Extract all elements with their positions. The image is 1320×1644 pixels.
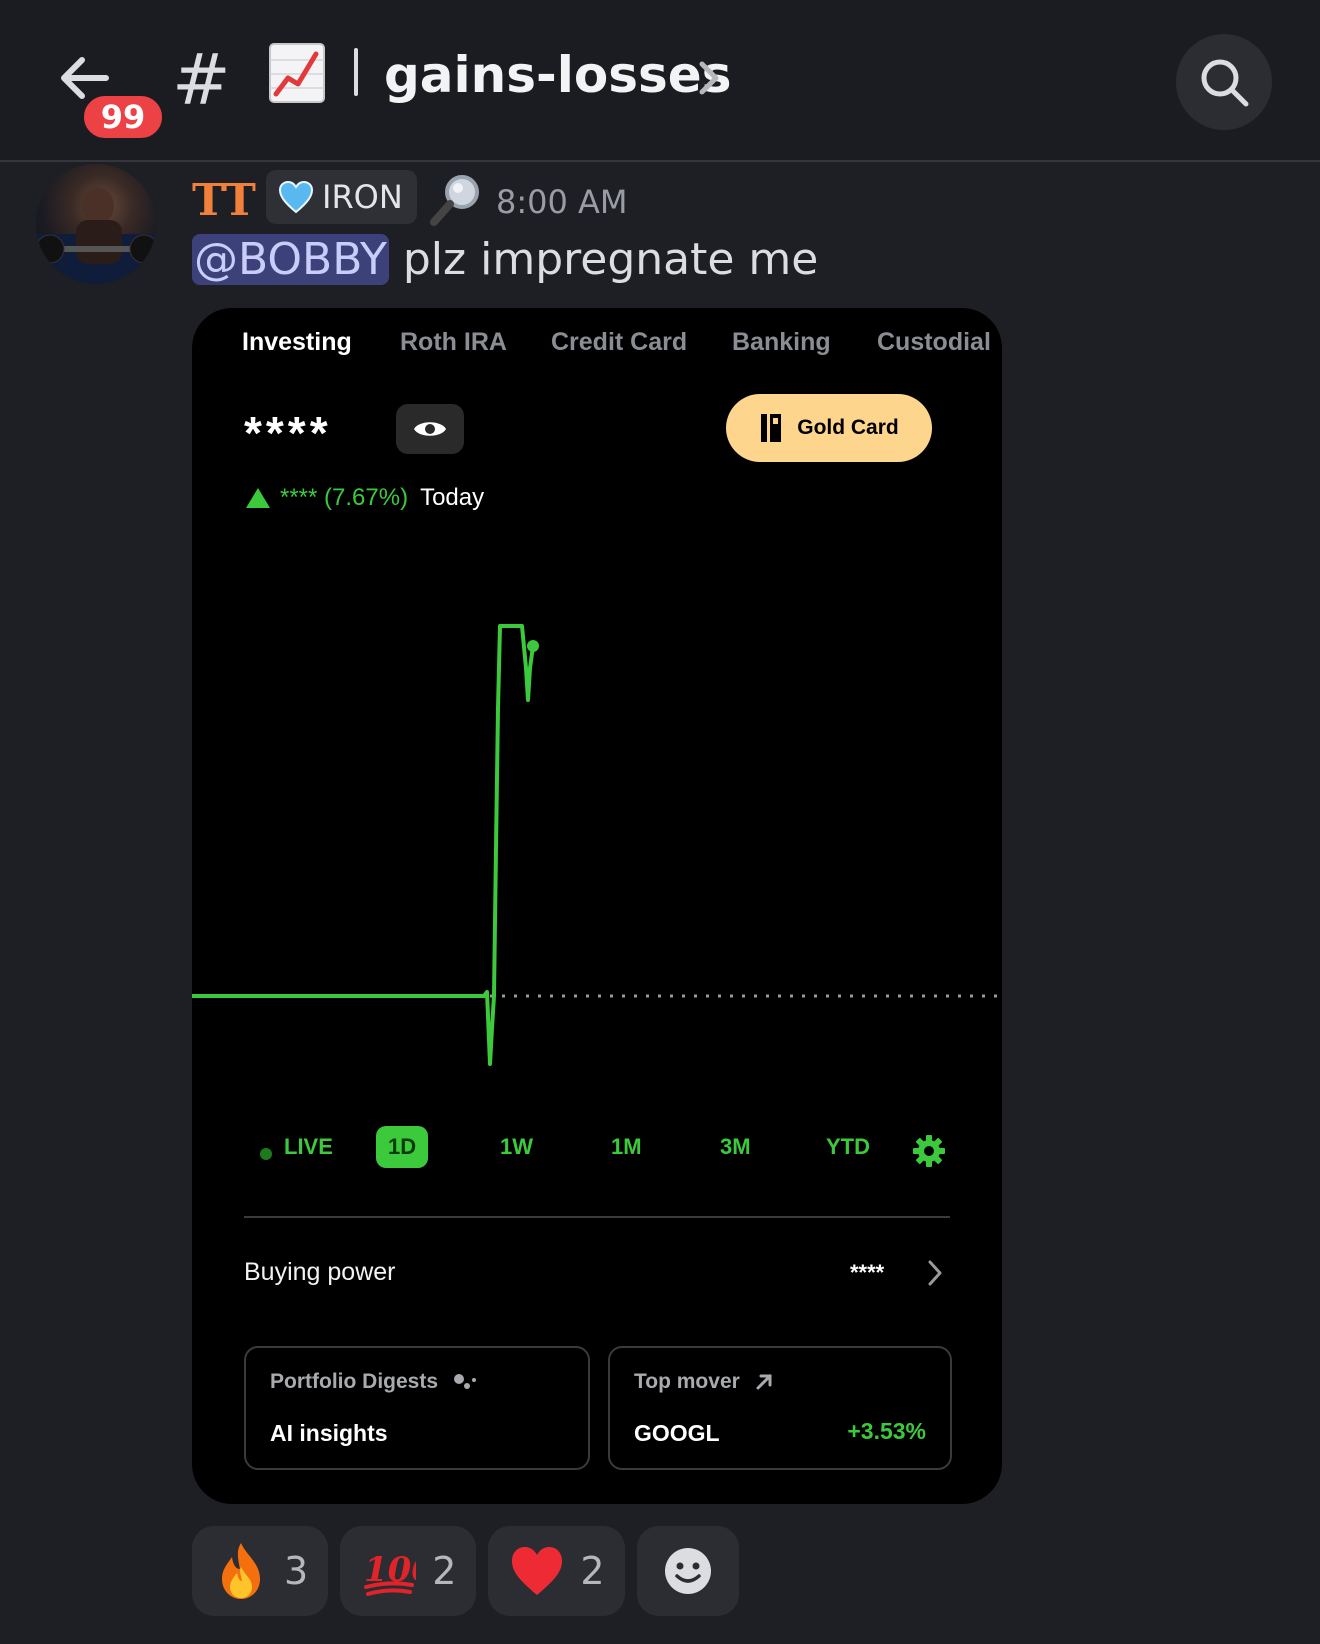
buying-power-value: ****	[850, 1260, 885, 1285]
chart-endpoint	[527, 640, 539, 652]
role-label: IRON	[322, 178, 403, 216]
range-1d[interactable]: 1D	[376, 1126, 429, 1168]
message-timestamp: 8:00 AM	[496, 183, 628, 221]
search-button[interactable]	[1176, 34, 1272, 130]
time-range-selector: LIVE 1D 1W 1M 3M YTD	[192, 1126, 1002, 1174]
smiley-icon	[664, 1548, 711, 1594]
add-reaction-button[interactable]	[636, 1526, 739, 1616]
eye-icon	[414, 422, 446, 436]
reaction-heart[interactable]: 2	[488, 1526, 625, 1616]
portfolio-digests-card[interactable]: Portfolio Digests AI insights	[244, 1346, 590, 1470]
top-mover-card[interactable]: Top mover GOOGL +3.53%	[608, 1346, 952, 1470]
reactions-bar: 3 100 2 2	[192, 1526, 739, 1616]
sparkle-icon	[453, 1374, 476, 1390]
channel-name[interactable]: gains-losses	[384, 42, 731, 108]
arrow-up-right-icon	[756, 1374, 772, 1390]
daily-change: **** (7.67%) Today	[244, 484, 484, 512]
tab-roth-ira[interactable]: Roth IRA	[400, 328, 507, 357]
card-title: Portfolio Digests	[270, 1370, 478, 1394]
message-body: plz impregnate me	[388, 234, 819, 285]
reaction-count: 2	[580, 1549, 605, 1593]
card-title-text: Top mover	[634, 1370, 740, 1393]
hundred-points-icon: 100	[364, 1550, 416, 1596]
gear-icon[interactable]	[912, 1134, 946, 1168]
unread-badge: 99	[80, 92, 166, 142]
search-icon	[1201, 59, 1249, 107]
range-1w[interactable]: 1W	[500, 1134, 533, 1160]
card-title-text: Portfolio Digests	[270, 1370, 439, 1393]
chart-increasing-icon	[269, 43, 325, 103]
range-live[interactable]: LIVE	[284, 1134, 333, 1160]
chevron-right-icon[interactable]	[926, 1258, 944, 1288]
toggle-visibility-button[interactable]	[396, 404, 464, 454]
up-triangle-icon	[246, 488, 270, 508]
message-text: @BOBBY plz impregnate me	[192, 232, 818, 288]
chart-line	[192, 624, 535, 1066]
avatar[interactable]	[36, 164, 156, 284]
account-tabs: Investing Roth IRA Credit Card Banking C…	[192, 318, 1002, 368]
gold-card-button[interactable]: Gold Card	[726, 394, 932, 462]
change-value: **** (7.67%)	[280, 484, 409, 511]
range-ytd[interactable]: YTD	[826, 1134, 870, 1160]
gold-card-label: Gold Card	[797, 416, 899, 439]
user-mention[interactable]: @BOBBY	[192, 234, 389, 285]
reaction-fire[interactable]: 3	[192, 1526, 329, 1616]
tab-credit-card[interactable]: Credit Card	[551, 328, 687, 357]
card-main: AI insights	[270, 1420, 388, 1446]
chevron-right-icon[interactable]	[694, 58, 724, 98]
hash-icon: #	[172, 39, 231, 121]
card-title: Top mover	[634, 1370, 774, 1394]
reaction-count: 3	[284, 1549, 309, 1593]
channel-header: 99 # gains-losses	[0, 0, 1320, 162]
card-icon	[761, 414, 782, 442]
tab-investing[interactable]: Investing	[242, 328, 352, 357]
tab-custodial[interactable]: Custodial	[877, 328, 991, 357]
tab-banking[interactable]: Banking	[732, 328, 831, 357]
magnifying-glass-icon	[430, 175, 479, 226]
buying-power-label[interactable]: Buying power	[244, 1258, 395, 1287]
role-tag[interactable]: IRON	[266, 170, 417, 224]
balance-value: ****	[244, 407, 332, 459]
reaction-count: 2	[432, 1549, 457, 1593]
divider	[244, 1216, 950, 1218]
range-1m[interactable]: 1M	[611, 1134, 642, 1160]
reaction-100[interactable]: 100 2	[340, 1526, 477, 1616]
live-dot	[260, 1148, 272, 1160]
fire-icon	[222, 1543, 260, 1599]
card-percent: +3.53%	[847, 1418, 926, 1444]
image-attachment[interactable]: Investing Roth IRA Credit Card Banking C…	[192, 308, 1002, 1504]
header-divider	[354, 48, 358, 96]
blue-heart-icon	[278, 180, 314, 214]
card-ticker: GOOGL	[634, 1420, 720, 1446]
range-3m[interactable]: 3M	[720, 1134, 751, 1160]
username[interactable]: TT	[192, 174, 256, 228]
change-period: Today	[420, 484, 485, 511]
avatar-image	[36, 188, 156, 284]
portfolio-chart	[192, 624, 1002, 1066]
red-heart-icon	[512, 1547, 563, 1595]
